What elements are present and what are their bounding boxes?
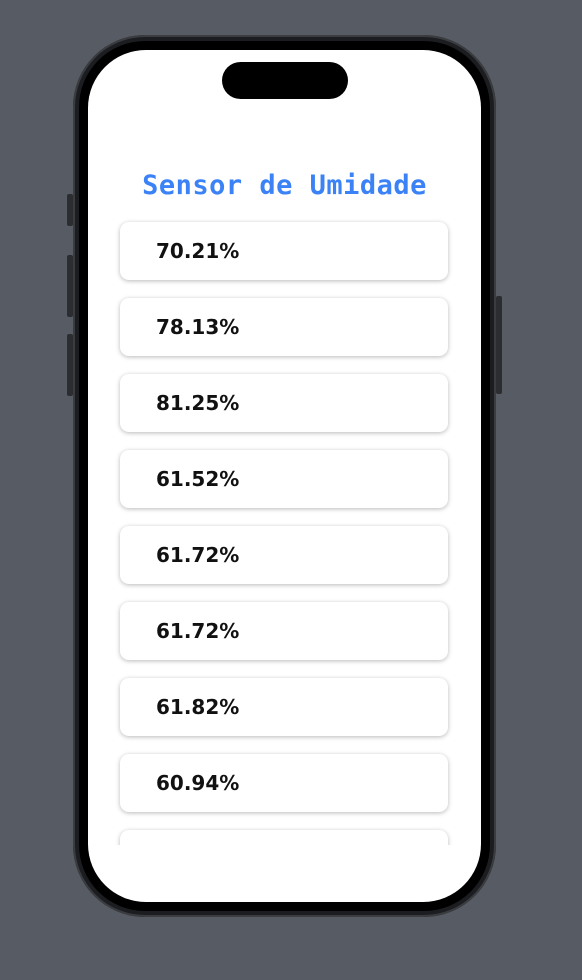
reading-card[interactable]: 61.72% [120, 602, 448, 660]
reading-card[interactable] [120, 830, 448, 845]
reading-value: 60.94% [156, 771, 240, 795]
power-button [496, 296, 502, 394]
reading-value: 61.72% [156, 543, 240, 567]
readings-list-viewport[interactable]: 70.21% 78.13% 81.25% 61.52% 61.72% 61.72… [88, 216, 481, 845]
phone-screen: Sensor de Umidade 70.21% 78.13% 81.25% 6… [88, 50, 481, 902]
phone-bezel: Sensor de Umidade 70.21% 78.13% 81.25% 6… [79, 41, 490, 911]
reading-value: 70.21% [156, 239, 240, 263]
readings-list: 70.21% 78.13% 81.25% 61.52% 61.72% 61.72… [88, 222, 481, 845]
phone-frame: Sensor de Umidade 70.21% 78.13% 81.25% 6… [73, 35, 496, 917]
page-title: Sensor de Umidade [142, 170, 427, 201]
reading-card[interactable]: 60.94% [120, 754, 448, 812]
reading-card[interactable]: 70.21% [120, 222, 448, 280]
reading-value: 78.13% [156, 315, 240, 339]
reading-value: 61.82% [156, 695, 240, 719]
stage: Sensor de Umidade 70.21% 78.13% 81.25% 6… [0, 0, 582, 980]
dynamic-island [222, 62, 348, 99]
reading-value: 61.52% [156, 467, 240, 491]
reading-card[interactable]: 61.82% [120, 678, 448, 736]
reading-card[interactable]: 78.13% [120, 298, 448, 356]
reading-card[interactable]: 61.52% [120, 450, 448, 508]
reading-value: 81.25% [156, 391, 240, 415]
reading-value: 61.72% [156, 619, 240, 643]
reading-card[interactable]: 81.25% [120, 374, 448, 432]
reading-card[interactable]: 61.72% [120, 526, 448, 584]
